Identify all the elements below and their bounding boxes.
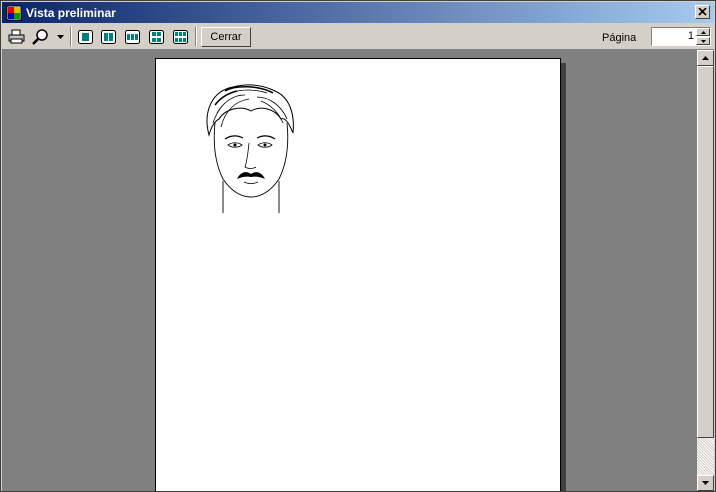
one-page-icon [78,29,93,44]
two-pages-button[interactable] [99,27,118,46]
zoom-dropdown-button[interactable] [54,27,66,46]
zoom-icon [32,29,48,45]
scroll-down-button[interactable] [697,475,714,491]
three-pages-icon [125,29,140,44]
page-up-button[interactable] [696,28,710,36]
title-bar: Vista preliminar [2,2,714,23]
scrollbar-track[interactable] [697,438,714,475]
page-down-button[interactable] [696,37,710,45]
vertical-scrollbar[interactable] [697,50,714,491]
print-preview-window: Vista preliminar Cerrar Página 1 [0,0,716,492]
three-pages-button[interactable] [123,27,142,46]
scroll-up-button[interactable] [697,50,714,66]
toolbar-separator [195,27,197,46]
zoom-button[interactable] [31,27,50,46]
preview-page [155,58,561,491]
toolbar-separator [70,27,72,46]
four-pages-icon [149,29,164,44]
spin-down-arrow-icon [700,39,706,43]
app-icon [6,5,22,21]
printer-icon [8,29,25,44]
print-button[interactable] [7,27,26,46]
four-pages-button[interactable] [147,27,166,46]
close-preview-button[interactable]: Cerrar [201,27,251,47]
two-pages-icon [101,29,116,44]
page-label: Página [602,32,637,44]
scrollbar-thumb[interactable] [697,66,714,438]
window-title: Vista preliminar [26,6,116,20]
preview-area [2,50,697,491]
scroll-down-arrow-icon [702,481,709,485]
close-window-button[interactable] [695,5,710,19]
close-icon [698,8,707,16]
six-pages-button[interactable] [171,27,190,46]
dropdown-arrow-icon [56,34,64,39]
spin-up-arrow-icon [700,30,706,34]
toolbar: Cerrar Página 1 [2,24,714,50]
one-page-button[interactable] [76,27,95,46]
page-number-input[interactable]: 1 [688,30,694,42]
scroll-up-arrow-icon [702,56,709,60]
page-number-spinner[interactable]: 1 [651,27,711,46]
face-sketch-image [206,84,294,213]
six-pages-icon [173,29,188,44]
